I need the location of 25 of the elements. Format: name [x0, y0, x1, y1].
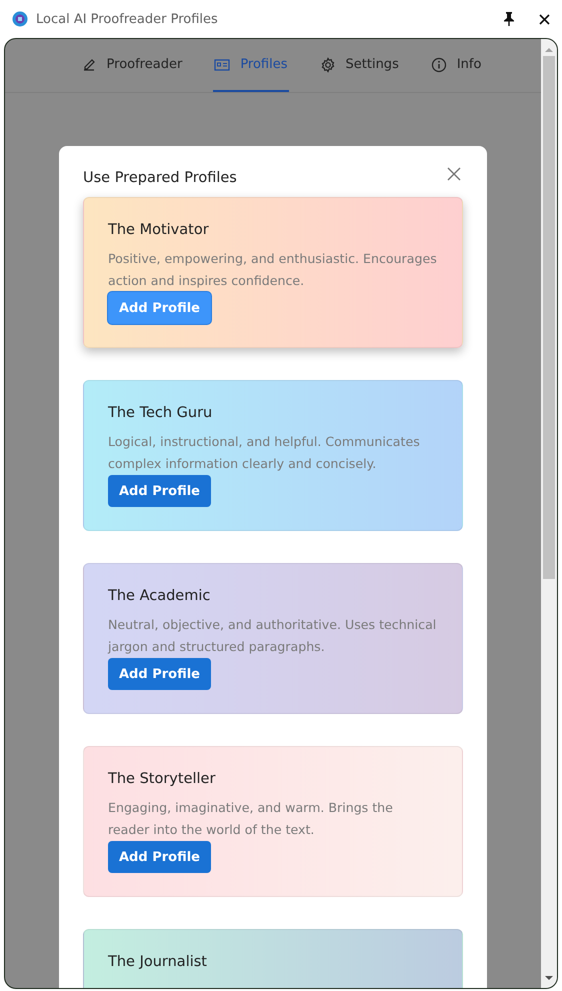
profile-description: Neutral, objective, and authoritative. Uses technical jargon and structured paragraphs. — [108, 616, 438, 656]
add-profile-button[interactable]: Add Profile — [108, 658, 211, 690]
tab[interactable]: Proofreader — [80, 39, 184, 92]
pin-icon[interactable] — [503, 12, 515, 26]
profile-name: The Tech Guru — [108, 405, 214, 421]
profile-name: The Motivator — [108, 222, 210, 238]
window-title: Local AI Proofreader Profiles — [36, 12, 219, 26]
profile-name: The Journalist — [108, 954, 208, 970]
profile-description: Logical, instructional, and helpful. Communicates complex information clearly and concisely. — [108, 433, 421, 473]
close-icon[interactable] — [539, 14, 550, 24]
scrollbar[interactable] — [541, 39, 557, 988]
add-profile-button[interactable]: Add Profile — [108, 841, 211, 873]
add-profile-button[interactable]: Add Profile — [108, 475, 211, 507]
id-card-icon — [214, 56, 230, 72]
tab[interactable]: Settings — [318, 39, 400, 92]
add-profile-button[interactable]: Add Profile — [108, 292, 211, 324]
app-logo-icon — [12, 11, 28, 27]
profile-name: The Storyteller — [108, 771, 216, 787]
settings-icon — [320, 56, 336, 72]
dialog-title: Use Prepared Profiles — [83, 170, 237, 186]
info-icon — [430, 56, 447, 72]
tab[interactable]: Info — [430, 39, 482, 92]
profile-description: Engaging, imaginative, and warm. Brings the reader into the world of the text. — [108, 799, 394, 839]
profile-description: Positive, empowering, and enthusiastic. Encourages action and inspires confidence. — [108, 250, 438, 290]
profile-name: The Academic — [108, 588, 212, 604]
